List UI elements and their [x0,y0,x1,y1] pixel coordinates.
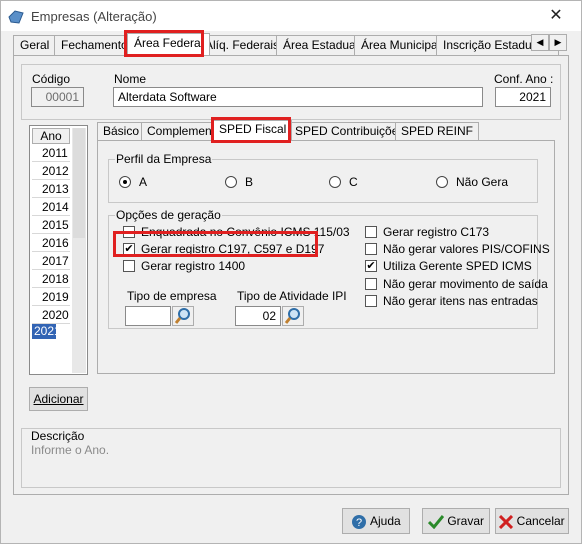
year-item[interactable]: 2016 [32,234,70,252]
perfil-label-nao-gera: Não Gera [456,175,509,189]
subtab-basico-label[interactable]: Básico [97,122,146,140]
year-item[interactable]: 2013 [32,180,70,198]
adicionar-label: Adicionar [33,392,84,406]
subtab-sped-contribuicoes[interactable]: SPED Contribuições [289,122,411,140]
tipo-empresa-search-button[interactable] [172,306,194,326]
tab-aliq-federais[interactable]: Alíq. Federais [198,35,287,55]
close-icon [499,514,514,529]
nome-field[interactable]: Alterdata Software [113,87,483,107]
app-icon [8,10,24,24]
label-itens-entradas: Não gerar itens nas entradas [383,294,538,308]
magnifier-icon [174,308,190,324]
scrollbar-thumb[interactable] [73,128,85,238]
year-item[interactable]: 2017 [32,252,70,270]
perfil-label-a: A [139,175,148,189]
help-icon: ? [352,514,367,529]
ajuda-label: Ajuda [369,514,401,528]
cancelar-label: Cancelar [516,514,565,528]
window: Empresas (Alteração) ✕ Geral Fechamento … [0,0,582,544]
tipo-empresa-label: Tipo de empresa [127,289,217,303]
close-button[interactable]: ✕ [545,5,567,27]
descricao-label: Descrição [31,429,85,443]
label-mov-saida: Não gerar movimento de saída [383,277,548,291]
codigo-label: Código [32,72,71,86]
checkbox-gerente-sped[interactable]: ✔ [365,260,377,272]
main-tabs: Geral Fechamento Área Federal Alíq. Fede… [13,33,559,55]
descricao-field[interactable]: Informe o Ano. [31,443,109,457]
tab-area-municipal[interactable]: Área Municipal [354,35,448,55]
year-item-selected[interactable]: 2021 [32,324,61,339]
tipo-atividade-search-button[interactable] [282,306,304,326]
svg-text:?: ? [356,517,362,529]
tab-scroll-left-button[interactable]: ◀ [531,34,549,51]
label-pis-cofins: Não gerar valores PIS/COFINS [383,242,550,256]
perfil-group-label: Perfil da Empresa [115,152,213,166]
title-bar: Empresas (Alteração) ✕ [1,1,581,31]
checkbox-itens-entradas[interactable] [365,295,377,307]
check-icon: ✔ [366,260,376,272]
label-c173: Gerar registro C173 [383,225,490,239]
highlight-sped-fiscal [211,117,291,143]
adicionar-button[interactable]: Adicionar [29,387,88,411]
codigo-field[interactable]: 00001 [31,87,84,107]
tipo-empresa-field[interactable] [125,306,171,326]
perfil-label-b: B [245,175,254,189]
label-1400: Gerar registro 1400 [141,259,246,273]
year-item[interactable]: 2019 [32,288,70,306]
year-item[interactable]: 2011 [32,144,70,162]
year-list[interactable]: Ano 2011 2012 2013 2014 2015 2016 2017 2… [29,125,88,375]
checkbox-c173[interactable] [365,226,377,238]
descricao-frame: Descrição Informe o Ano. [21,428,561,488]
nome-label: Nome [114,72,147,86]
window-title: Empresas (Alteração) [31,9,157,24]
checkbox-1400[interactable] [123,260,135,272]
year-item[interactable]: 2018 [32,270,70,288]
gravar-label: Gravar [447,514,485,528]
tab-geral[interactable]: Geral [13,35,57,55]
year-item[interactable]: 2015 [32,216,70,234]
tipo-atividade-label: Tipo de Atividade IPI [237,289,347,303]
highlight-c197 [113,231,318,257]
highlight-area-federal [124,30,204,57]
year-list-scrollbar[interactable] [72,128,86,373]
conf-ano-field[interactable]: 2021 [495,87,551,107]
perfil-radio-a[interactable] [119,176,131,188]
year-list-header: Ano [32,128,70,144]
button-bar: ? Ajuda Gravar Cancelar [1,501,581,543]
perfil-radio-c[interactable] [329,176,341,188]
subtab-sped-reinf[interactable]: SPED REINF [395,122,480,140]
perfil-group: Perfil da Empresa A B C Não Gera [108,152,538,203]
label-gerente-sped: Utiliza Gerente SPED ICMS [383,259,532,273]
cancelar-button[interactable]: Cancelar [495,508,569,534]
tab-area-estadual[interactable]: Área Estadual [276,35,366,55]
perfil-label-c: C [349,175,358,189]
sped-fiscal-panel: Perfil da Empresa A B C Não Gera Opções … [97,140,555,374]
year-item[interactable]: 2020 [32,306,70,324]
gravar-button[interactable]: Gravar [422,508,490,534]
tab-scroll: ◀ ▶ [531,34,567,51]
magnifier-icon [284,308,300,324]
ajuda-button[interactable]: ? Ajuda [342,508,410,534]
area-federal-panel: Código 00001 Nome Alterdata Software Con… [13,55,569,495]
year-item[interactable]: 2012 [32,162,70,180]
perfil-radio-nao-gera[interactable] [436,176,448,188]
tipo-atividade-field[interactable]: 02 [235,306,281,326]
checkbox-pis-cofins[interactable] [365,243,377,255]
tab-scroll-right-button[interactable]: ▶ [549,34,567,51]
opcoes-group-label: Opções de geração [115,208,222,222]
year-item[interactable]: 2014 [32,198,70,216]
perfil-radio-b[interactable] [225,176,237,188]
conf-ano-label: Conf. Ano : [494,72,554,86]
check-icon [427,514,445,530]
checkbox-mov-saida[interactable] [365,278,377,290]
tab-fechamento[interactable]: Fechamento [54,35,135,55]
